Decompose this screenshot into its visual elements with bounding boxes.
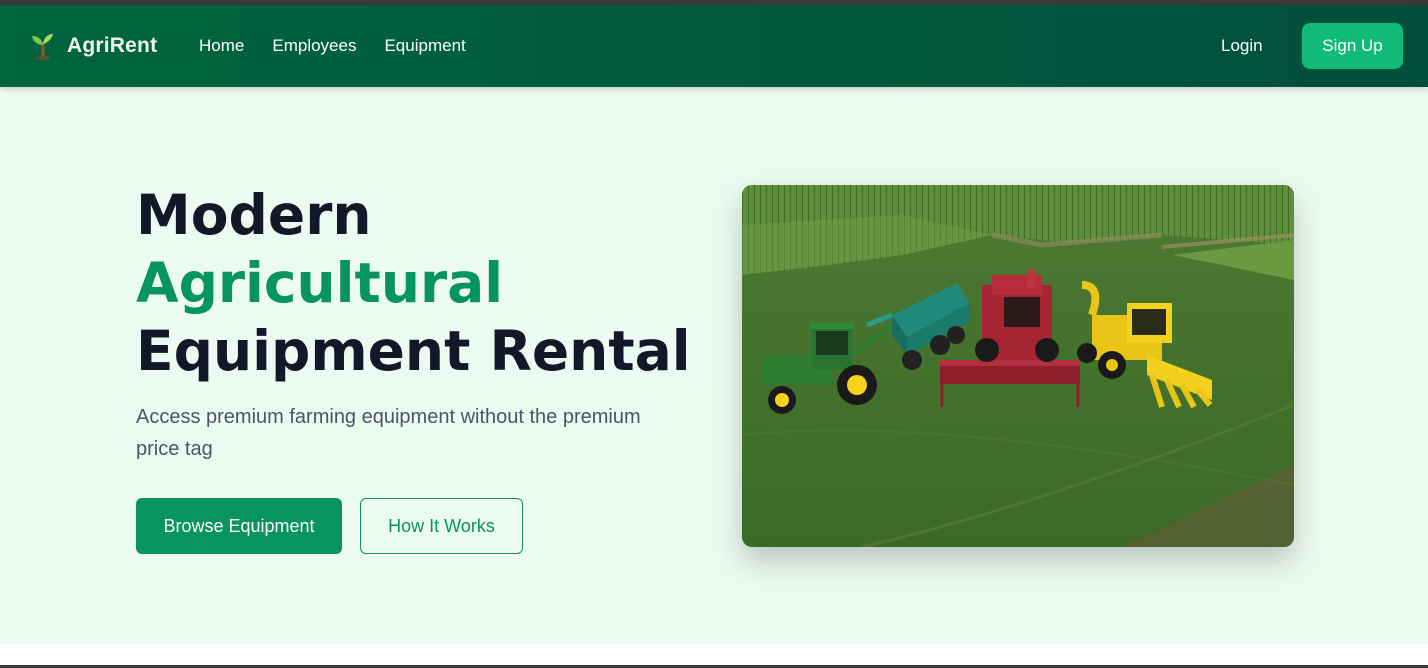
hero-subtitle: Access premium farming equipment without… <box>136 406 641 460</box>
page-footer-strip <box>0 644 1428 665</box>
hero-title-line3: Equipment Rental <box>136 319 691 383</box>
nav-link-employees[interactable]: Employees <box>272 36 356 56</box>
hero-title: Modern Agricultural Equipment Rental <box>136 181 691 385</box>
hero-title-line1: Modern <box>136 183 372 247</box>
seedling-icon <box>32 34 53 60</box>
nav-link-equipment[interactable]: Equipment <box>384 36 465 56</box>
nav-link-home[interactable]: Home <box>199 36 244 56</box>
nav-links: Home Employees Equipment <box>199 36 494 56</box>
brand[interactable]: AgriRent <box>30 32 157 60</box>
hero-image <box>742 185 1294 547</box>
how-it-works-button[interactable]: How It Works <box>360 498 523 554</box>
hero-title-line2: Agricultural <box>136 251 504 315</box>
brand-name: AgriRent <box>67 34 158 57</box>
top-navbar: AgriRent Home Employees Equipment Login … <box>0 5 1428 87</box>
farm-equipment-photo <box>742 185 1294 547</box>
hero-section: Modern Agricultural Equipment Rental Acc… <box>0 87 1428 644</box>
login-link[interactable]: Login <box>1221 36 1263 56</box>
signup-button[interactable]: Sign Up <box>1302 23 1403 69</box>
browse-equipment-button[interactable]: Browse Equipment <box>136 498 342 554</box>
